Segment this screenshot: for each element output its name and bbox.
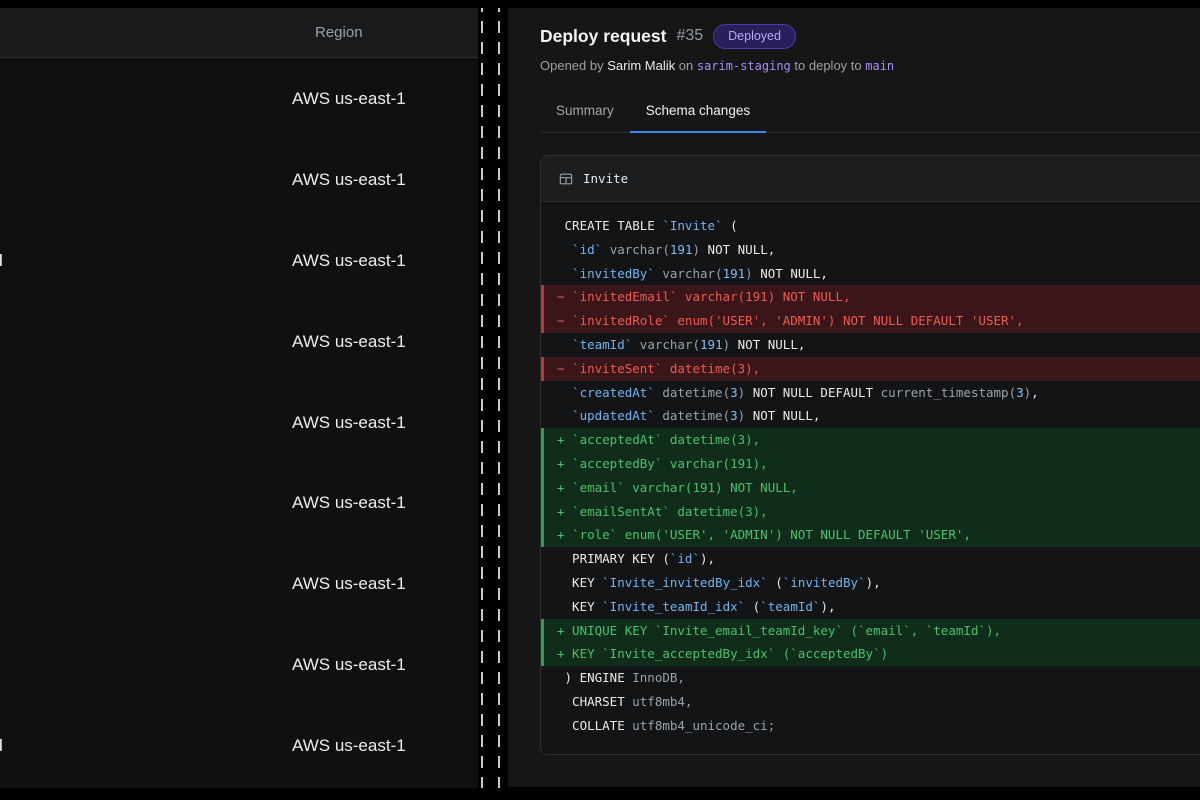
meta-to-deploy-to: to deploy to	[794, 58, 861, 73]
region-cell: AWS us-east-1	[292, 493, 406, 513]
diff-line-ctx: PRIMARY KEY (`id`),	[541, 547, 1200, 571]
region-cell: AWS us-east-1	[292, 89, 406, 109]
region-cell: AWS us-east-1	[292, 655, 406, 675]
source-branch-link[interactable]: sarim-staging	[697, 59, 791, 73]
table-row[interactable]: AWS us-east-1	[0, 544, 478, 625]
dashed-border-right	[498, 0, 500, 800]
diff-line-ctx: CHARSET utf8mb4,	[541, 690, 1200, 714]
diff-line-add: + `email` varchar(191) NOT NULL,	[541, 476, 1200, 500]
target-branch-link[interactable]: main	[865, 59, 894, 73]
tab-bar: SummarySchema changes	[540, 103, 1200, 133]
diff-line-add: + `acceptedBy` varchar(191),	[541, 452, 1200, 476]
column-header-label: Region	[315, 24, 363, 41]
diff-line-del: − `inviteSent` datetime(3),	[541, 357, 1200, 381]
diff-line-del: − `invitedEmail` varchar(191) NOT NULL,	[541, 285, 1200, 309]
deploy-request-header: Deploy request #35 Deployed	[540, 22, 1200, 50]
diff-line-add: + `acceptedAt` datetime(3),	[541, 428, 1200, 452]
diff-line-ctx: `createdAt` datetime(3) NOT NULL DEFAULT…	[541, 381, 1200, 405]
diff-line-ctx: ) ENGINE InnoDB,	[541, 666, 1200, 690]
table-row[interactable]: AWS us-east-1	[0, 59, 478, 140]
diff-line-ctx: `invitedBy` varchar(191) NOT NULL,	[541, 262, 1200, 286]
truncated-cell-fragment: l	[0, 251, 3, 271]
table-icon	[559, 172, 573, 186]
diff-line-add: + `emailSentAt` datetime(3),	[541, 500, 1200, 524]
diff-line-ctx: KEY `Invite_teamId_idx` (`teamId`),	[541, 595, 1200, 619]
deploy-meta: Opened by Sarim Malik on sarim-staging t…	[540, 58, 1200, 73]
table-row[interactable]: AWS us-east-1	[0, 382, 478, 463]
table-row[interactable]: l AWS us-east-1	[0, 705, 478, 786]
meta-prefix: Opened by	[540, 58, 604, 73]
panel-divider	[478, 0, 508, 800]
diff-line-ctx: `updatedAt` datetime(3) NOT NULL,	[541, 404, 1200, 428]
tab-schema-changes[interactable]: Schema changes	[630, 103, 766, 133]
deploy-request-panel: Deploy request #35 Deployed Opened by Sa…	[508, 8, 1200, 787]
region-cell: AWS us-east-1	[292, 736, 406, 756]
tab-summary[interactable]: Summary	[540, 103, 630, 132]
dashed-border-left	[481, 0, 483, 800]
screenshot-root: Region AWS us-east-1AWS us-east-1lAWS us…	[0, 0, 1200, 800]
author-name: Sarim Malik	[607, 58, 675, 73]
diff-line-ctx: `teamId` varchar(191) NOT NULL,	[541, 333, 1200, 357]
table-row[interactable]: AWS us-east-1	[0, 463, 478, 544]
diff-line-ctx: `id` varchar(191) NOT NULL,	[541, 238, 1200, 262]
regions-table: Region AWS us-east-1AWS us-east-1lAWS us…	[0, 8, 478, 788]
table-row[interactable]: AWS us-east-1	[0, 140, 478, 221]
region-cell: AWS us-east-1	[292, 413, 406, 433]
column-header-region: Region	[0, 8, 478, 58]
schema-diff-card: Invite CREATE TABLE `Invite` ( `id` varc…	[540, 155, 1200, 755]
regions-panel: Region AWS us-east-1AWS us-east-1lAWS us…	[0, 0, 478, 800]
region-cell: AWS us-east-1	[292, 251, 406, 271]
truncated-cell-fragment: l	[0, 736, 3, 756]
diff-line-del: − `invitedRole` enum('USER', 'ADMIN') NO…	[541, 309, 1200, 333]
diff-line-add: + `role` enum('USER', 'ADMIN') NOT NULL …	[541, 523, 1200, 547]
table-name: Invite	[583, 171, 628, 186]
bottom-edge	[0, 788, 1200, 800]
diff-line-ctx: COLLATE utf8mb4_unicode_ci;	[541, 714, 1200, 738]
page-title: Deploy request	[540, 26, 666, 47]
deploy-request-number: #35	[676, 27, 703, 45]
region-cell: AWS us-east-1	[292, 574, 406, 594]
diff-line-add: + UNIQUE KEY `Invite_email_teamId_key` (…	[541, 619, 1200, 643]
diff-line-ctx: CREATE TABLE `Invite` (	[541, 214, 1200, 238]
table-row[interactable]: AWS us-east-1	[0, 301, 478, 382]
table-row[interactable]: AWS us-east-1	[0, 625, 478, 706]
regions-rows: AWS us-east-1 AWS us-east-1 l AWS us-east-1…	[0, 59, 478, 788]
diff-card-header: Invite	[541, 156, 1200, 202]
schema-diff: CREATE TABLE `Invite` ( `id` varchar(191…	[541, 202, 1200, 754]
status-badge: Deployed	[713, 24, 796, 49]
table-row[interactable]: l AWS us-east-1	[0, 221, 478, 302]
meta-on: on	[679, 58, 693, 73]
diff-line-add: + KEY `Invite_acceptedBy_idx` (`accepted…	[541, 642, 1200, 666]
region-cell: AWS us-east-1	[292, 332, 406, 352]
region-cell: AWS us-east-1	[292, 170, 406, 190]
diff-line-ctx: KEY `Invite_invitedBy_idx` (`invitedBy`)…	[541, 571, 1200, 595]
top-edge	[0, 0, 1200, 8]
